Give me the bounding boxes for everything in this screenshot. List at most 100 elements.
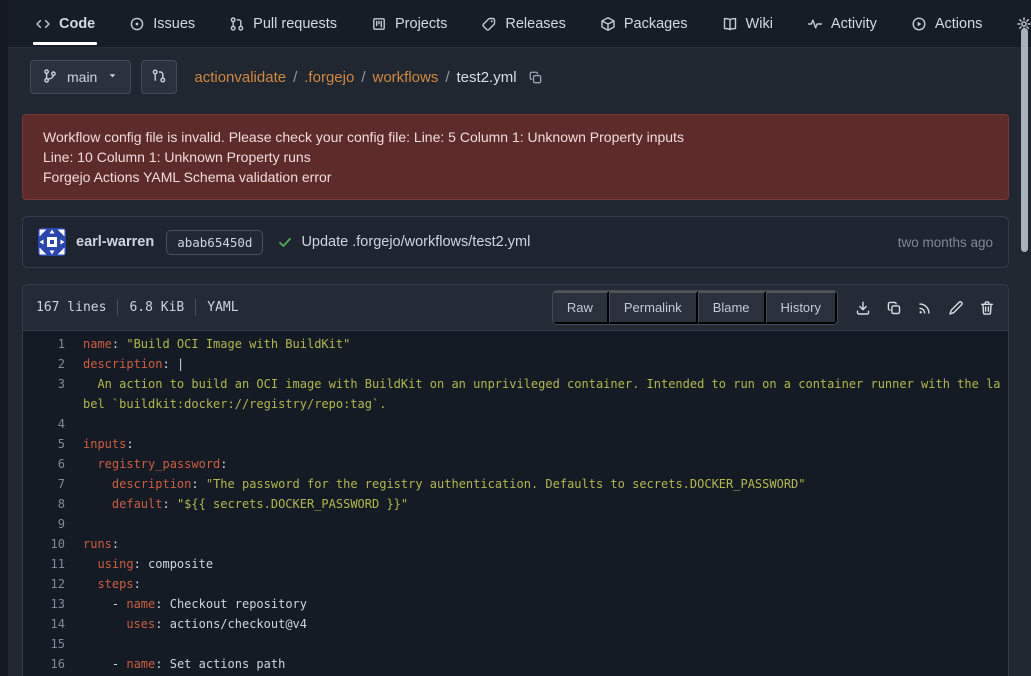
download-icon[interactable] xyxy=(855,300,871,316)
code-token: name xyxy=(126,597,155,611)
line-number[interactable]: 2 xyxy=(23,354,83,374)
code-token: : xyxy=(162,357,176,371)
nav-item-projects[interactable]: Projects xyxy=(371,0,447,47)
branch-name: main xyxy=(67,69,97,85)
code-line-3: 3 An action to build an OCI image with B… xyxy=(23,374,1008,414)
line-number[interactable]: 14 xyxy=(23,614,83,634)
nav-item-issues[interactable]: Issues xyxy=(129,0,195,47)
code-token: : xyxy=(220,457,227,471)
commit-hash-badge[interactable]: abab65450d xyxy=(166,230,263,255)
code-token: | xyxy=(177,357,184,371)
code-token: uses xyxy=(126,617,155,631)
tag-icon xyxy=(481,16,497,32)
latest-commit-box: earl-warren abab65450d Update .forgejo/w… xyxy=(22,216,1009,268)
breadcrumb-segment-3[interactable]: test2.yml xyxy=(457,69,517,86)
breadcrumb-segment-0[interactable]: actionvalidate xyxy=(194,69,286,86)
book-icon xyxy=(722,16,738,32)
line-number[interactable]: 6 xyxy=(23,454,83,474)
code-token xyxy=(83,457,97,471)
code-token: default xyxy=(112,497,163,511)
line-number[interactable]: 10 xyxy=(23,534,83,554)
nav-item-releases[interactable]: Releases xyxy=(481,0,565,47)
code-token: registry_password xyxy=(97,457,220,471)
line-content: description: "The password for the regis… xyxy=(83,474,1008,494)
commit-message[interactable]: Update .forgejo/workflows/test2.yml xyxy=(301,234,530,250)
line-number[interactable]: 5 xyxy=(23,434,83,454)
nav-label-wiki: Wiki xyxy=(746,16,773,32)
workflow-error-banner: Workflow config file is invalid. Please … xyxy=(22,114,1009,200)
breadcrumb-separator: / xyxy=(293,69,297,86)
code-line-15: 15 xyxy=(23,634,1008,654)
code-line-10: 10runs: xyxy=(23,534,1008,554)
line-content: uses: actions/checkout@v4 xyxy=(83,614,1008,634)
nav-item-activity[interactable]: Activity xyxy=(807,0,877,47)
rss-icon[interactable] xyxy=(917,300,933,316)
line-content xyxy=(83,514,1008,534)
line-content xyxy=(83,414,1008,434)
code-token xyxy=(83,617,126,631)
breadcrumb-segment-1[interactable]: .forgejo xyxy=(304,69,354,86)
line-number[interactable]: 1 xyxy=(23,334,83,354)
nav-item-code[interactable]: Code xyxy=(35,0,95,47)
code-token: name xyxy=(83,337,112,351)
delete-trash-icon[interactable] xyxy=(979,300,995,316)
pulse-icon xyxy=(807,16,823,32)
line-number[interactable]: 12 xyxy=(23,574,83,594)
line-content: steps: xyxy=(83,574,1008,594)
code-line-16: 16 - name: Set actions path xyxy=(23,654,1008,674)
code-token xyxy=(83,497,112,511)
code-token: inputs xyxy=(83,437,126,451)
blame-button[interactable]: Blame xyxy=(698,291,766,324)
line-number[interactable]: 4 xyxy=(23,414,83,434)
copy-icon[interactable] xyxy=(886,300,902,316)
line-content: - name: Checkout repository xyxy=(83,594,1008,614)
code-token: : xyxy=(191,477,205,491)
git-compare-icon xyxy=(151,68,167,87)
file-header: 167 lines 6.8 KiB YAML RawPermalinkBlame… xyxy=(23,285,1008,331)
code-token: Set actions path xyxy=(170,657,286,671)
page-scrollbar-thumb[interactable] xyxy=(1021,28,1028,252)
line-number[interactable]: 9 xyxy=(23,514,83,534)
play-circle-icon xyxy=(911,16,927,32)
check-icon[interactable] xyxy=(277,234,293,250)
code-token: : xyxy=(112,537,119,551)
raw-button[interactable]: Raw xyxy=(553,291,609,324)
code-token: : xyxy=(155,657,169,671)
avatar[interactable] xyxy=(38,228,66,256)
line-number[interactable]: 13 xyxy=(23,594,83,614)
code-token: Checkout repository xyxy=(170,597,307,611)
file-size: 6.8 KiB xyxy=(129,300,184,315)
file-action-icons xyxy=(855,300,995,316)
permalink-button[interactable]: Permalink xyxy=(609,291,698,324)
code-line-9: 9 xyxy=(23,514,1008,534)
line-content: runs: xyxy=(83,534,1008,554)
line-number[interactable]: 15 xyxy=(23,634,83,654)
branch-selector-button[interactable]: main xyxy=(30,60,131,94)
line-number[interactable]: 16 xyxy=(23,654,83,674)
code-token: - xyxy=(83,657,126,671)
copy-path-icon[interactable] xyxy=(528,70,543,85)
nav-item-packages[interactable]: Packages xyxy=(600,0,688,47)
code-line-2: 2description: | xyxy=(23,354,1008,374)
edit-pencil-icon[interactable] xyxy=(948,300,964,316)
line-content: - name: Set actions path xyxy=(83,654,1008,674)
line-number[interactable]: 3 xyxy=(23,374,83,414)
line-number[interactable]: 7 xyxy=(23,474,83,494)
nav-item-wiki[interactable]: Wiki xyxy=(722,0,773,47)
nav-item-actions[interactable]: Actions xyxy=(911,0,983,47)
line-number[interactable]: 8 xyxy=(23,494,83,514)
code-line-5: 5inputs: xyxy=(23,434,1008,454)
nav-label-activity: Activity xyxy=(831,16,877,32)
commit-author[interactable]: earl-warren xyxy=(76,234,154,250)
line-number[interactable]: 11 xyxy=(23,554,83,574)
nav-item-pull-requests[interactable]: Pull requests xyxy=(229,0,337,47)
code-token: description xyxy=(112,477,191,491)
breadcrumb-segment-2[interactable]: workflows xyxy=(372,69,438,86)
repo-tab-bar: Code Issues Pull requests Projects Releases P… xyxy=(0,0,1031,48)
code-token: using xyxy=(97,557,133,571)
history-button[interactable]: History xyxy=(766,291,837,324)
compare-button[interactable] xyxy=(141,60,177,94)
breadcrumb: actionvalidate/.forgejo/workflows/test2.… xyxy=(194,69,542,86)
error-line: Workflow config file is invalid. Please … xyxy=(43,127,988,147)
code-token: name xyxy=(126,657,155,671)
